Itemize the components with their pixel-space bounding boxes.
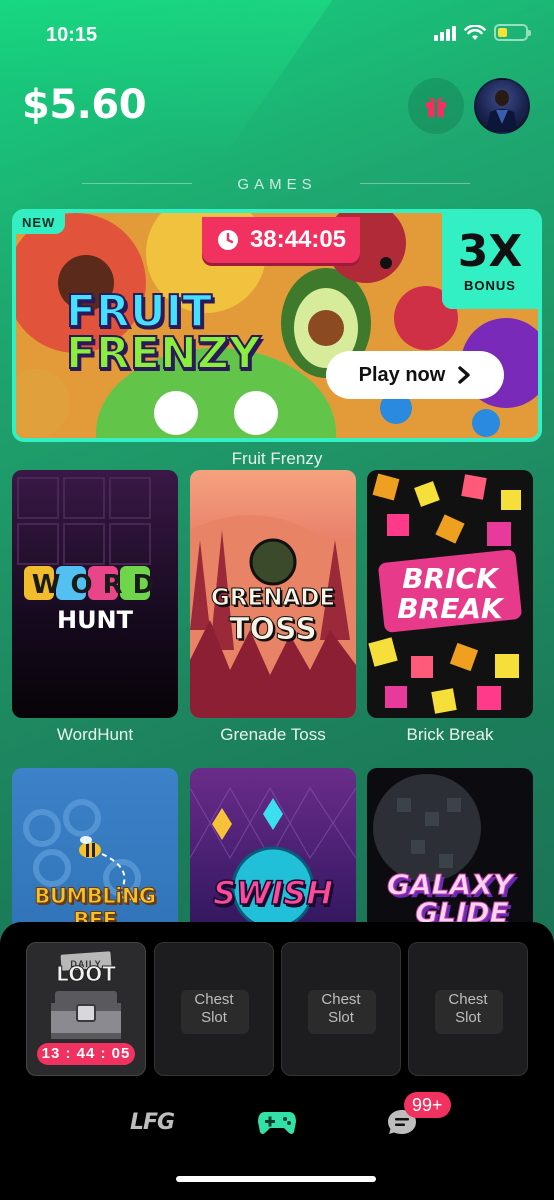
wallet-balance[interactable]: $5.60 bbox=[22, 82, 147, 128]
game-caption-grenade-toss: Grenade Toss bbox=[220, 725, 326, 744]
chest-slot[interactable]: Chest Slot bbox=[281, 942, 401, 1076]
lfg-logo: LFG bbox=[129, 1109, 175, 1135]
brick-break-logo-line1: BRICK bbox=[402, 562, 498, 595]
gamepad-icon bbox=[258, 1112, 296, 1134]
chest-slot[interactable]: Chest Slot bbox=[154, 942, 274, 1076]
chest-slot-label: Chest Slot bbox=[321, 991, 361, 1026]
bonus-multiplier: 3X bbox=[457, 225, 523, 277]
chevron-right-icon bbox=[458, 366, 471, 384]
play-now-button[interactable]: Play now bbox=[326, 351, 504, 399]
chat-notification-badge: 99+ bbox=[404, 1092, 451, 1118]
battery-icon bbox=[494, 24, 531, 41]
game-card-grenade-toss[interactable]: GRENADE TOSS bbox=[190, 470, 356, 718]
chest-slot-label: Chest Slot bbox=[448, 991, 488, 1026]
wordhunt-logo-word: WORD bbox=[31, 570, 165, 600]
grenade-toss-logo-line1: GRENADE bbox=[210, 585, 336, 612]
brick-break-logo-line2: BREAK bbox=[397, 592, 503, 625]
daily-loot-title-bottom: LOOT bbox=[56, 962, 117, 986]
new-badge: NEW bbox=[16, 213, 66, 234]
status-icons bbox=[434, 24, 531, 41]
gift-button[interactable] bbox=[408, 78, 464, 134]
swish-logo: SWISH bbox=[212, 873, 334, 913]
wifi-icon bbox=[464, 24, 486, 40]
avatar-image bbox=[486, 90, 518, 132]
nav-games[interactable] bbox=[254, 1104, 300, 1140]
chest-slot[interactable]: Chest Slot bbox=[408, 942, 528, 1076]
nav-lfg[interactable]: LFG bbox=[122, 1104, 182, 1140]
featured-game-banner[interactable]: NEW 38:44:05 3X BONUS FRUIT FRENZY Play … bbox=[12, 209, 542, 442]
featured-game-caption: Fruit Frenzy bbox=[231, 449, 323, 468]
logo-line-2: FRENZY bbox=[65, 328, 262, 379]
event-timer-text: 38:44:05 bbox=[249, 226, 347, 253]
game-card-brick-break[interactable]: BRICK BREAK bbox=[367, 470, 533, 718]
clock-icon bbox=[217, 230, 238, 250]
chest-slot-label: Chest Slot bbox=[194, 991, 234, 1026]
game-caption-wordhunt: WordHunt bbox=[56, 725, 134, 744]
daily-loot-timer: 13 : 44 : 05 bbox=[37, 1043, 135, 1065]
battery-level bbox=[498, 28, 508, 37]
home-indicator bbox=[176, 1176, 376, 1182]
game-card-wordhunt[interactable]: WORD HUNT bbox=[12, 470, 178, 718]
divider-right bbox=[360, 183, 470, 184]
gift-icon bbox=[426, 97, 446, 117]
status-time: 10:15 bbox=[46, 24, 98, 46]
bonus-box: 3X BONUS bbox=[442, 213, 538, 309]
event-timer: 38:44:05 bbox=[202, 217, 360, 263]
game-caption-brick-break: Brick Break bbox=[406, 725, 494, 744]
play-now-label: Play now bbox=[358, 363, 446, 386]
grenade-toss-logo-line2: TOSS bbox=[229, 612, 318, 648]
cellular-signal-icon bbox=[434, 25, 456, 41]
fruit-frenzy-logo: FRUIT FRENZY bbox=[65, 289, 262, 379]
avatar[interactable] bbox=[474, 78, 530, 134]
bonus-label: BONUS bbox=[464, 277, 516, 293]
section-title-games: GAMES bbox=[237, 176, 317, 193]
status-bar: 10:15 bbox=[0, 0, 554, 70]
wordhunt-logo-hunt: HUNT bbox=[56, 606, 134, 634]
